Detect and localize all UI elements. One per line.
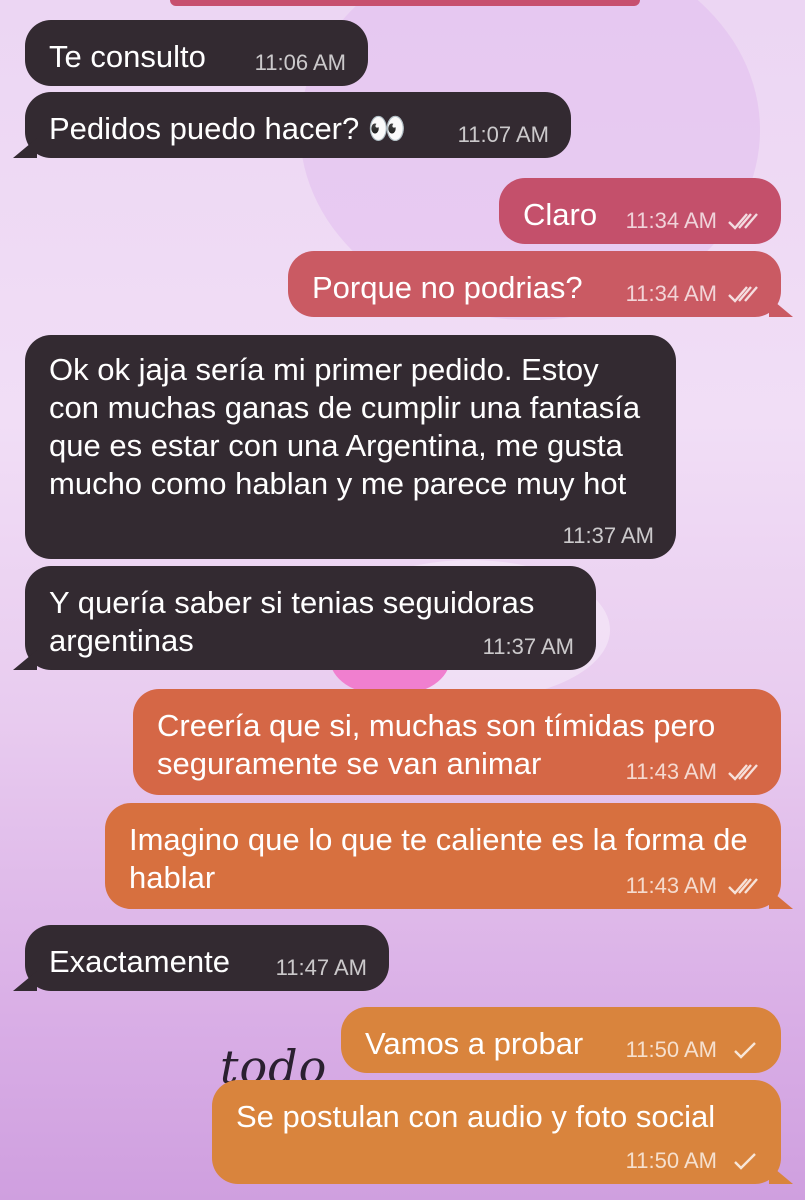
incoming-message[interactable]: Exactamente 11:47 AM (25, 925, 389, 991)
message-time: 11:07 AM (457, 122, 549, 147)
double-check-icon (727, 761, 759, 783)
message-time: 11:43 AM (625, 873, 717, 898)
message-time: 11:34 AM (625, 208, 717, 233)
message-time: 11:34 AM (625, 281, 717, 306)
message-time: 11:43 AM (625, 759, 717, 784)
message-time: 11:50 AM (625, 1148, 717, 1173)
outgoing-message[interactable]: Claro 11:34 AM (499, 178, 781, 244)
double-check-icon (727, 283, 759, 305)
outgoing-message[interactable]: Se postulan con audio y foto social 11:5… (212, 1080, 781, 1184)
message-meta: 11:06 AM (255, 50, 346, 76)
message-text: Ok ok jaja sería mi primer pedido. Estoy… (49, 352, 641, 501)
incoming-message[interactable]: Pedidos puedo hacer? 👀 11:07 AM (25, 92, 571, 158)
message-time: 11:06 AM (254, 50, 346, 75)
single-check-icon (727, 1150, 759, 1172)
incoming-message[interactable]: Te consulto 11:06 AM (25, 20, 368, 86)
double-check-icon (727, 210, 759, 232)
single-check-icon (727, 1039, 759, 1061)
previous-message-edge (170, 0, 640, 6)
incoming-message[interactable]: Ok ok jaja sería mi primer pedido. Estoy… (25, 335, 676, 559)
message-time: 11:47 AM (275, 955, 367, 980)
message-meta: 11:37 AM (563, 523, 654, 549)
message-meta: 11:47 AM (276, 955, 367, 981)
message-text: Se postulan con audio y foto social (236, 1099, 716, 1134)
message-meta: 11:37 AM (483, 634, 574, 660)
outgoing-message[interactable]: Creería que si, muchas son tímidas pero … (133, 689, 781, 795)
incoming-message[interactable]: Y quería saber si tenias seguidoras arge… (25, 566, 596, 670)
double-check-icon (727, 875, 759, 897)
message-meta: 11:07 AM (458, 122, 549, 148)
outgoing-message[interactable]: Porque no podrias? 11:34 AM (288, 251, 781, 317)
message-meta: 11:50 AM (626, 1148, 759, 1174)
outgoing-message[interactable]: Imagino que lo que te caliente es la for… (105, 803, 781, 909)
message-meta: 11:43 AM (626, 873, 759, 899)
message-meta: 11:43 AM (626, 759, 759, 785)
message-time: 11:37 AM (562, 523, 654, 548)
message-meta: 11:50 AM (626, 1037, 759, 1063)
message-meta: 11:34 AM (626, 208, 759, 234)
outgoing-message[interactable]: Vamos a probar 11:50 AM (341, 1007, 781, 1073)
message-time: 11:37 AM (482, 634, 574, 659)
message-time: 11:50 AM (625, 1037, 717, 1062)
message-meta: 11:34 AM (626, 281, 759, 307)
